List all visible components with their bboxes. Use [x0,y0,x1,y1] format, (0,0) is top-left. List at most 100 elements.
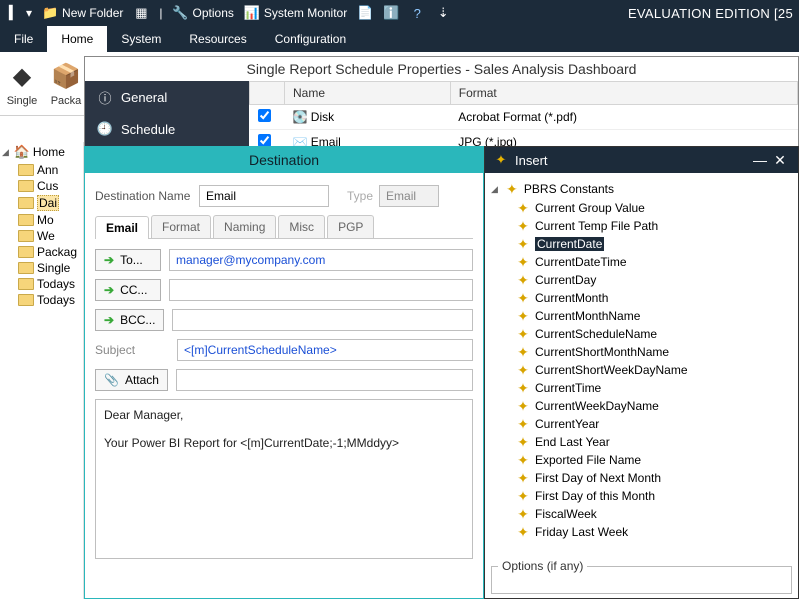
insert-item[interactable]: ✦CurrentMonth [515,289,794,307]
insert-tree: ◢ ✦ PBRS Constants ✦Current Group Value✦… [485,173,798,547]
close-button[interactable]: ✕ [770,152,790,169]
tree-item[interactable]: Mo [18,212,83,228]
folder-icon [18,180,34,192]
col-name[interactable]: Name [285,82,451,105]
tab-home[interactable]: Home [47,26,107,52]
table-row[interactable]: 💽 DiskAcrobat Format (*.pdf) [250,105,798,130]
tree-item[interactable]: Todays [18,276,83,292]
col-format[interactable]: Format [450,82,797,105]
arrow-right-icon: ➔ [104,253,114,267]
puzzle-icon: ✦ [515,416,531,432]
puzzle-icon: ✦ [515,452,531,468]
tab-format[interactable]: Format [151,215,211,238]
expander-icon[interactable]: ◢ [491,184,498,195]
insert-item[interactable]: ✦First Day of Next Month [515,469,794,487]
insert-item[interactable]: ✦CurrentWeekDayName [515,397,794,415]
menu-item-info[interactable]: ℹ️ [383,5,399,21]
menu-overflow[interactable]: ⇣ [435,5,451,21]
tree-item[interactable]: Todays [18,292,83,308]
insert-item[interactable]: ✦Current Group Value [515,199,794,217]
tree-item[interactable]: Ann [18,162,83,178]
ribbon-single-button[interactable]: ◆ Single [6,61,38,107]
tab-resources[interactable]: Resources [175,26,260,52]
insert-item[interactable]: ✦End Last Year [515,433,794,451]
tree-item-label: Todays [37,277,75,291]
insert-item[interactable]: ✦First Day of this Month [515,487,794,505]
insert-item[interactable]: ✦CurrentTime [515,379,794,397]
puzzle-icon: ✦ [515,524,531,540]
insert-item-label: Friday Last Week [535,525,628,539]
tree-item[interactable]: Single [18,260,83,276]
tab-pgp[interactable]: PGP [327,215,374,238]
insert-item[interactable]: ✦CurrentScheduleName [515,325,794,343]
to-button[interactable]: ➔To... [95,249,161,271]
tree-root-home[interactable]: ◢ 🏠 Home [0,142,83,162]
insert-root[interactable]: ◢ ✦ PBRS Constants [489,179,794,199]
nav-schedule[interactable]: 🕘 Schedule [85,113,249,145]
tree-item-label: Todays [37,293,75,307]
wrench-icon: 🔧 [173,5,189,21]
single-icon: ◆ [6,61,38,93]
tree-item[interactable]: Packag [18,244,83,260]
tab-misc[interactable]: Misc [278,215,325,238]
ribbon-tabs: File Home System Resources Configuration [0,26,799,52]
new-folder-button[interactable]: 📁New Folder [42,5,123,21]
insert-title-bar: ✦ Insert — ✕ [485,147,798,173]
menu-item-help[interactable]: ? [409,5,425,21]
bcc-input[interactable] [172,309,473,331]
system-monitor-button[interactable]: 📊System Monitor [244,5,347,21]
insert-item[interactable]: ✦CurrentShortWeekDayName [515,361,794,379]
body-line-1: Dear Manager, [104,408,464,422]
insert-item[interactable]: ✦ Friday Last Week [515,523,794,541]
insert-item[interactable]: ✦Current Temp File Path [515,217,794,235]
menu-item-unknown1[interactable]: ▦ [133,5,149,21]
dest-name-input[interactable] [199,185,329,207]
tab-naming[interactable]: Naming [213,215,276,238]
attach-input[interactable] [176,369,473,391]
menu-item-doc[interactable]: 📄 [357,5,373,21]
nav-tree: ◢ 🏠 Home AnnCusDaiMoWePackagSingle Todays… [0,142,84,599]
expander-icon[interactable]: ◢ [2,147,9,158]
to-input[interactable] [169,249,473,271]
tree-item-label: Mo [37,213,54,227]
tree-item[interactable]: Cus [18,178,83,194]
insert-item[interactable]: ✦CurrentMonthName [515,307,794,325]
menu-separator: | [159,6,162,20]
tab-system[interactable]: System [107,26,175,52]
tab-file[interactable]: File [0,26,47,52]
insert-item[interactable]: ✦CurrentDay [515,271,794,289]
insert-item-label: CurrentShortMonthName [535,345,669,359]
insert-item-label: CurrentScheduleName [535,327,657,341]
tree-item-label: Single [37,261,70,275]
insert-item[interactable]: ✦Exported File Name [515,451,794,469]
subject-input[interactable] [177,339,473,361]
insert-item-label: Current Temp File Path [535,219,658,233]
tab-configuration[interactable]: Configuration [261,26,360,52]
email-body-editor[interactable]: Dear Manager, Your Power BI Report for <… [95,399,473,559]
tree-item[interactable]: Dai [18,194,83,212]
insert-item[interactable]: ✦CurrentDate [515,235,794,253]
insert-title-label: Insert [515,153,548,168]
insert-item[interactable]: ✦CurrentShortMonthName [515,343,794,361]
cc-input[interactable] [169,279,473,301]
minimize-button[interactable]: — [750,152,770,168]
insert-item-label: CurrentDay [535,273,596,287]
ribbon-package-button[interactable]: 📦 Packa [50,61,82,107]
tree-item-label: Cus [37,179,58,193]
tab-email[interactable]: Email [95,216,149,239]
tree-item[interactable]: We [18,228,83,244]
app-menu-toggle[interactable]: ▍▾ [6,5,32,21]
insert-item[interactable]: ✦CurrentDateTime [515,253,794,271]
nav-general[interactable]: ⓘ General [85,81,249,113]
bcc-button[interactable]: ➔BCC... [95,309,164,331]
dest-type-icon: 💽 [293,110,308,124]
attach-button[interactable]: 📎Attach [95,369,168,391]
row-checkbox[interactable] [258,109,271,122]
insert-item-label: CurrentYear [535,417,599,431]
cc-button[interactable]: ➔CC... [95,279,161,301]
insert-item-label: FiscalWeek [535,507,597,521]
insert-item[interactable]: ✦FiscalWeek [515,505,794,523]
options-button[interactable]: 🔧Options [173,5,234,21]
options-groupbox: Options (if any) [491,566,792,594]
insert-item[interactable]: ✦ CurrentYear [515,415,794,433]
